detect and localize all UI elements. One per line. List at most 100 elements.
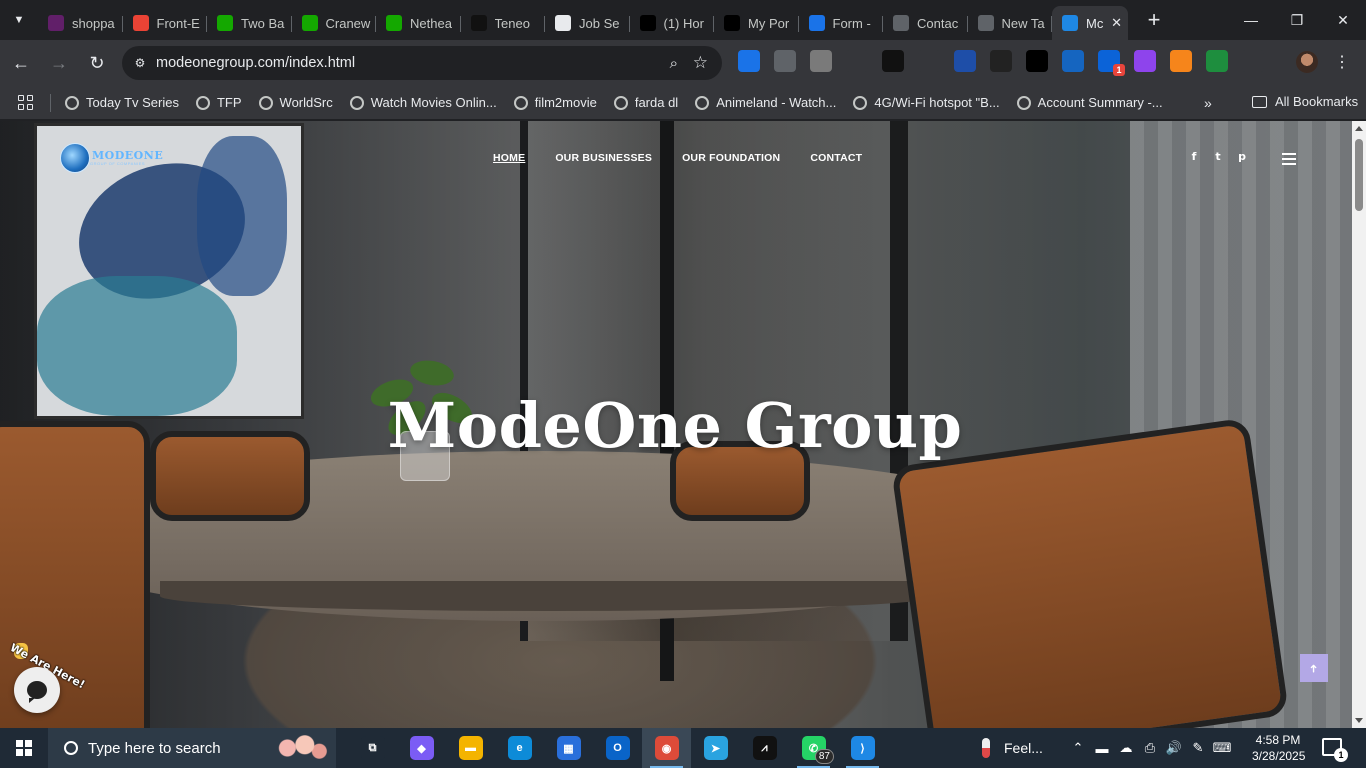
- facebook-icon[interactable]: f: [1182, 150, 1206, 163]
- bookmark-item[interactable]: film2movie: [513, 95, 597, 110]
- nv-ext-icon[interactable]: [918, 50, 940, 72]
- diamond-ext-icon[interactable]: [1206, 50, 1228, 72]
- pen-ext-icon[interactable]: [1026, 50, 1048, 72]
- new-tab-button[interactable]: +: [1140, 7, 1168, 33]
- twitter-icon[interactable]: t: [1206, 150, 1230, 163]
- browser-tab[interactable]: Cranew: [292, 7, 377, 39]
- taskbar-app-edge[interactable]: e: [495, 728, 544, 768]
- maximize-button[interactable]: ❐: [1274, 0, 1320, 40]
- browser-tab[interactable]: shoppa: [38, 7, 123, 39]
- thermometer-icon: [982, 738, 990, 758]
- taskbar-app-store[interactable]: ▦: [544, 728, 593, 768]
- hamburger-menu-icon[interactable]: [1282, 153, 1296, 168]
- all-bookmarks-label: All Bookmarks: [1275, 94, 1359, 109]
- nav-our-businesses[interactable]: OUR BUSINESSES: [555, 152, 652, 164]
- discord-ext-icon[interactable]: [1134, 50, 1156, 72]
- bookmark-item[interactable]: Account Summary -...: [1016, 95, 1163, 110]
- fox-ext-icon[interactable]: [1170, 50, 1192, 72]
- taskbar-app-telegram[interactable]: ➤: [691, 728, 740, 768]
- pinterest-icon[interactable]: p: [1230, 150, 1254, 163]
- nav-contact[interactable]: CONTACT: [810, 152, 862, 164]
- back-button[interactable]: ←: [4, 46, 38, 80]
- taskbar-app-file-explorer[interactable]: ▬: [446, 728, 495, 768]
- bookmark-item[interactable]: TFP: [195, 95, 242, 110]
- show-hidden-icons[interactable]: ⌃: [1066, 740, 1090, 756]
- bookmark-item[interactable]: Watch Movies Onlin...: [349, 95, 497, 110]
- browser-tab[interactable]: Contac: [883, 7, 968, 39]
- browser-tab[interactable]: Job Se: [545, 7, 630, 39]
- battery-icon[interactable]: ▬: [1090, 741, 1114, 756]
- taskbar-app-outlook[interactable]: O: [593, 728, 642, 768]
- forward-button[interactable]: →: [42, 46, 76, 80]
- dots-ext-icon[interactable]: [882, 50, 904, 72]
- browser-tab[interactable]: Front-E: [123, 7, 208, 39]
- close-tab-icon[interactable]: ✕: [1111, 15, 1122, 31]
- scroll-up-arrow-icon[interactable]: [1355, 126, 1363, 131]
- puzzle-ext-icon[interactable]: [1242, 50, 1264, 72]
- scrollbar-thumb[interactable]: [1355, 139, 1363, 211]
- close-window-button[interactable]: ✕: [1320, 0, 1366, 40]
- link-ext-icon[interactable]: [990, 50, 1012, 72]
- bookmark-list: Today Tv Series TFP WorldSrc Watch Movies O…: [65, 95, 1180, 110]
- browser-tab[interactable]: (1) Hor: [630, 7, 715, 39]
- network-icon[interactable]: ⎙: [1138, 740, 1162, 756]
- start-button[interactable]: [0, 728, 48, 768]
- nav-our-foundation[interactable]: OUR FOUNDATION: [682, 152, 780, 164]
- bookmark-star-icon[interactable]: ☆: [693, 53, 708, 73]
- nav-home[interactable]: HOME: [493, 152, 525, 164]
- browser-tab[interactable]: My Por: [714, 7, 799, 39]
- taskbar-app-copilot[interactable]: ◆: [397, 728, 446, 768]
- volume-icon[interactable]: 🔊: [1162, 740, 1186, 756]
- browser-tab[interactable]: New Ta: [968, 7, 1053, 39]
- bookmark-item[interactable]: farda dl: [613, 95, 678, 110]
- live-chat-button[interactable]: [14, 667, 60, 713]
- circle-ext-icon[interactable]: [1062, 50, 1084, 72]
- scroll-to-top-button[interactable]: ➜: [1300, 654, 1328, 682]
- taskbar-app-whatsapp[interactable]: ✆ 87: [789, 728, 838, 768]
- bookmark-item[interactable]: WorldSrc: [258, 95, 333, 110]
- browser-tab[interactable]: Mc ✕: [1052, 6, 1128, 40]
- bookmarks-overflow-button[interactable]: »: [1204, 95, 1212, 111]
- bookmark-item[interactable]: 4G/Wi-Fi hotspot "B...: [853, 95, 1000, 110]
- taskbar-app-chrome[interactable]: ◉: [642, 728, 691, 768]
- camera-ext-icon[interactable]: [774, 50, 796, 72]
- trading-icon: ⩘: [752, 736, 777, 760]
- scroll-down-arrow-icon[interactable]: [1355, 718, 1363, 723]
- url-text[interactable]: modeonegroup.com/index.html: [156, 55, 355, 71]
- all-bookmarks-button[interactable]: All Bookmarks: [1252, 94, 1358, 109]
- zoom-icon[interactable]: ⌕: [670, 55, 678, 72]
- taskbar-app-task-view[interactable]: ⧉: [348, 728, 397, 768]
- taskbar-app-trading[interactable]: ⩘: [740, 728, 789, 768]
- wave-ext-icon[interactable]: [954, 50, 976, 72]
- minimize-button[interactable]: —: [1228, 0, 1274, 40]
- page-scrollbar[interactable]: [1352, 121, 1366, 728]
- keyboard-icon[interactable]: ⌨: [1210, 740, 1234, 756]
- taskbar-search-box[interactable]: Type here to search: [48, 728, 336, 768]
- site-info-icon[interactable]: ⚙: [132, 55, 148, 71]
- onedrive-icon[interactable]: ☁: [1114, 740, 1138, 756]
- weather-widget[interactable]: Feel...: [978, 728, 1043, 768]
- browser-tab[interactable]: Form -: [799, 7, 884, 39]
- notification-count: 1: [1334, 748, 1348, 762]
- eyedropper-ext-icon[interactable]: [846, 50, 868, 72]
- notification-center-icon[interactable]: 1: [1322, 738, 1348, 762]
- bookmark-item[interactable]: Today Tv Series: [65, 95, 179, 110]
- site-logo[interactable]: MODEONE GROUP OF COMPANIES: [60, 143, 163, 173]
- reload-button[interactable]: ↻: [80, 46, 114, 80]
- profile-avatar[interactable]: [1296, 51, 1318, 73]
- address-bar[interactable]: ⚙ modeonegroup.com/index.html ⌕ ☆: [122, 46, 722, 80]
- compass-ext-icon[interactable]: [738, 50, 760, 72]
- browser-tab[interactable]: Nethea: [376, 7, 461, 39]
- bolt-ext-icon[interactable]: [810, 50, 832, 72]
- pen-icon[interactable]: ✎: [1186, 740, 1210, 756]
- browser-tab[interactable]: Two Ba: [207, 7, 292, 39]
- bookmark-item[interactable]: Animeland - Watch...: [695, 95, 836, 110]
- tab-search-button[interactable]: ▼: [6, 7, 32, 33]
- browser-tab[interactable]: Teneo: [461, 7, 546, 39]
- taskbar-clock[interactable]: 4:58 PM 3/28/2025: [1252, 732, 1305, 764]
- bookmarks-bar: Today Tv Series TFP WorldSrc Watch Movies O…: [0, 86, 1366, 120]
- apps-grid-icon[interactable]: [18, 94, 34, 111]
- trello-ext-icon[interactable]: 1: [1098, 50, 1125, 76]
- taskbar-app-vscode[interactable]: ⟩: [838, 728, 887, 768]
- browser-menu-icon[interactable]: ⋮: [1334, 52, 1350, 72]
